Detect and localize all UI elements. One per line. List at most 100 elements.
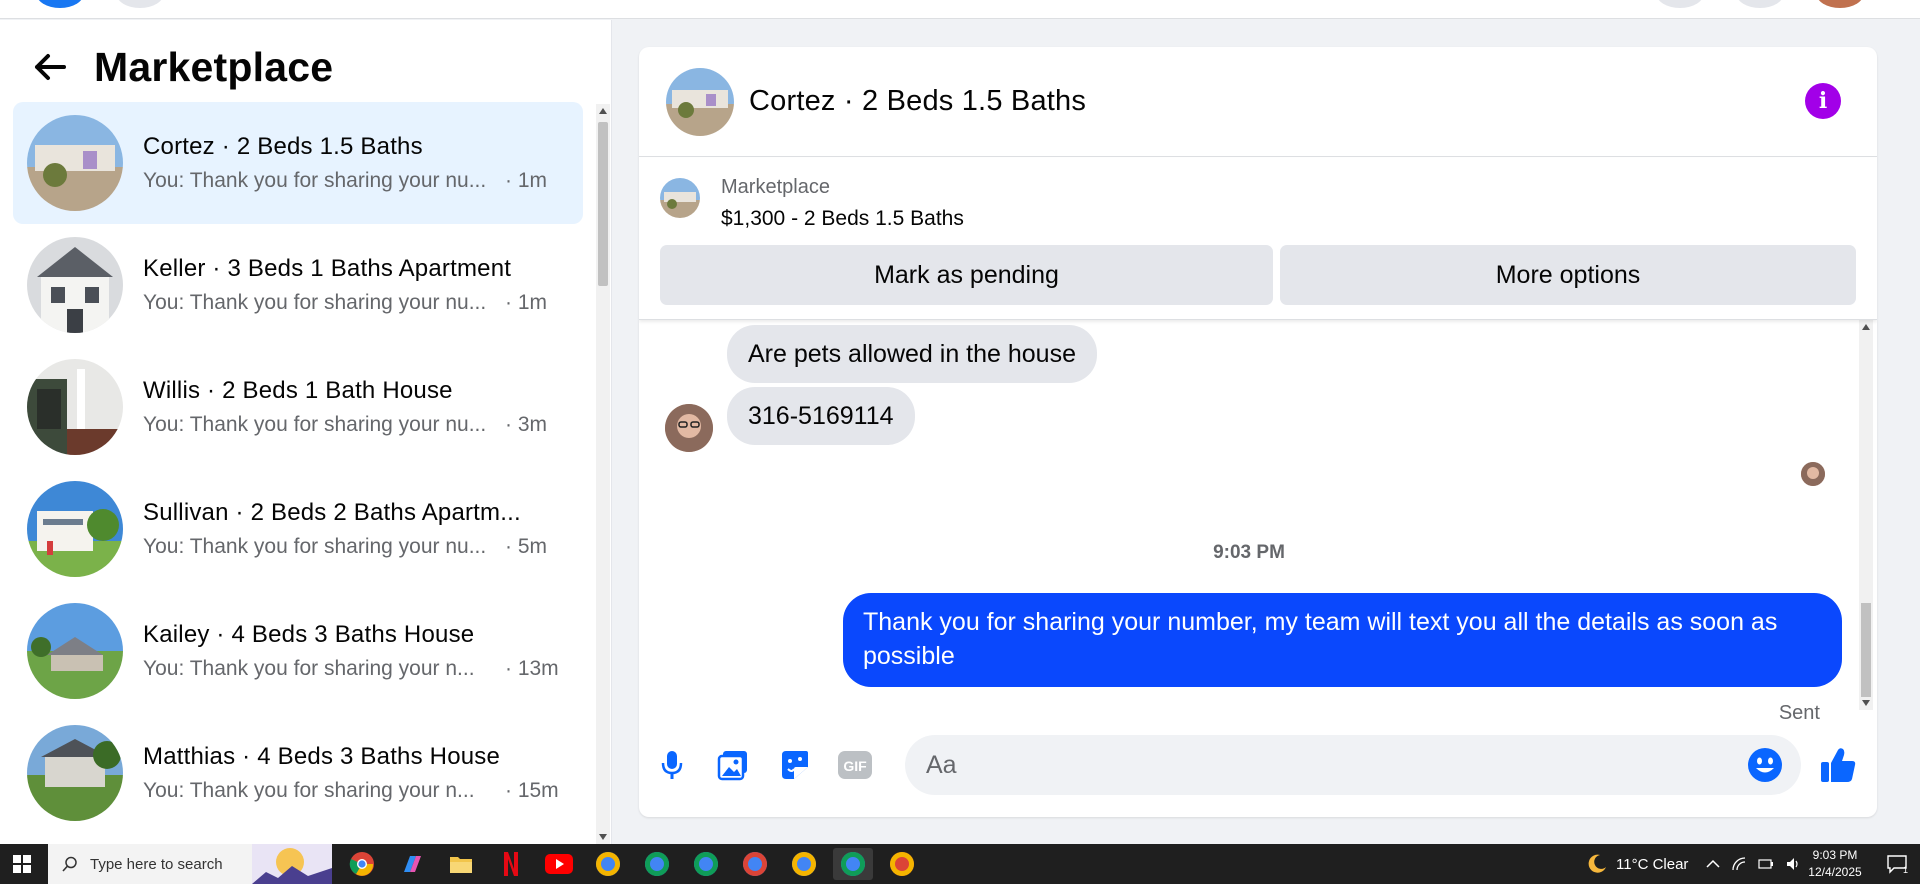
chrome-profile-icon[interactable]: [588, 848, 628, 880]
taskbar-clock[interactable]: 9:03 PM 12/4/2025: [1800, 847, 1870, 881]
conversation-name: Cortez · 2 Beds 1.5 Baths: [143, 133, 423, 160]
scrollbar-thumb[interactable]: [1861, 603, 1871, 697]
sidebar-scrollbar[interactable]: [596, 104, 610, 844]
conversation-item[interactable]: Sullivan · 2 Beds 2 Baths Apartm... You:…: [13, 468, 583, 590]
conversation-item[interactable]: Willis · 2 Beds 1 Bath House You: Thank …: [13, 346, 583, 468]
notification-count: 1: [1903, 865, 1908, 874]
message-status: Sent: [1778, 702, 1820, 724]
conversation-preview: You: Thank you for sharing your nu...: [143, 535, 487, 558]
message-input[interactable]: Aa: [905, 735, 1801, 795]
search-highlight-icon: [252, 844, 332, 884]
listing-thumbnail: [27, 115, 123, 211]
listing-source: Marketplace: [721, 176, 830, 198]
clock-date: 12/4/2025: [1808, 865, 1862, 879]
weather-widget[interactable]: 11°C Clear: [1586, 844, 1688, 884]
conversation-name: Kailey · 4 Beds 3 Baths House: [143, 621, 475, 648]
notification-icon[interactable]: 1: [1874, 844, 1920, 884]
conversation-time: · 15m: [505, 779, 559, 802]
chrome-profile-icon[interactable]: [686, 848, 726, 880]
message-input-placeholder: Aa: [926, 750, 957, 779]
conversation-time: · 1m: [505, 169, 547, 192]
conversation-time: · 1m: [505, 291, 547, 314]
conversation-name: Matthias · 4 Beds 3 Baths House: [143, 743, 501, 770]
emoji-icon[interactable]: [1747, 747, 1783, 783]
taskbar-search[interactable]: Type here to search: [48, 844, 332, 884]
scrollbar-thumb[interactable]: [598, 122, 608, 286]
photo-icon[interactable]: [712, 744, 754, 786]
scroll-down-arrow-icon[interactable]: [599, 834, 607, 840]
conversation-preview: You: Thank you for sharing your nu...: [143, 291, 487, 314]
chrome-profile-icon[interactable]: [735, 848, 775, 880]
listing-thumbnail: [27, 481, 123, 577]
windows-taskbar: Type here to search 11°C Clear 9:03 PM 1…: [0, 844, 1920, 884]
chevron-up-icon[interactable]: [1706, 859, 1720, 869]
chrome-profile-icon[interactable]: [784, 848, 824, 880]
more-options-button[interactable]: More options: [1280, 245, 1856, 305]
conversation-time: · 5m: [505, 535, 547, 558]
chat-title[interactable]: Cortez · 2 Beds 1.5 Baths: [749, 85, 1086, 118]
conversation-item[interactable]: Keller · 3 Beds 1 Baths Apartment You: T…: [13, 224, 583, 346]
seen-indicator-avatar: [1801, 462, 1825, 486]
incoming-message[interactable]: 316-5169114: [727, 387, 915, 445]
top-navigation-bar: [0, 0, 1920, 19]
moon-icon: [1588, 854, 1606, 873]
scroll-up-arrow-icon[interactable]: [599, 108, 607, 114]
listing-thumbnail: [27, 237, 123, 333]
sticker-icon[interactable]: [773, 744, 815, 786]
chat-panel: Cortez · 2 Beds 1.5 Baths i Marketplace …: [639, 47, 1877, 817]
conversation-item[interactable]: Matthias · 4 Beds 3 Baths House You: Tha…: [13, 712, 583, 834]
listing-price[interactable]: $1,300 - 2 Beds 1.5 Baths: [721, 207, 964, 231]
system-tray: [1706, 844, 1802, 884]
outgoing-message[interactable]: Thank you for sharing your number, my te…: [843, 593, 1842, 687]
profile-avatar[interactable]: [1816, 0, 1864, 8]
conversation-time: · 13m: [505, 657, 559, 680]
conversation-item[interactable]: Kailey · 4 Beds 3 Baths House You: Thank…: [13, 590, 583, 712]
conversation-list: Cortez · 2 Beds 1.5 Baths You: Thank you…: [13, 102, 583, 842]
chrome-profile-icon[interactable]: [637, 848, 677, 880]
netflix-icon[interactable]: [491, 848, 531, 880]
sender-avatar[interactable]: [665, 404, 713, 452]
scroll-down-arrow-icon[interactable]: [1862, 700, 1870, 706]
listing-thumbnail[interactable]: [660, 178, 700, 218]
weather-text: 11°C Clear: [1616, 855, 1689, 873]
message-timestamp: 9:03 PM: [1213, 542, 1285, 563]
facebook-logo-icon[interactable]: [36, 0, 84, 8]
copilot-icon[interactable]: [392, 848, 432, 880]
conversation-preview: You: Thank you for sharing your n...: [143, 657, 475, 680]
mark-as-pending-button[interactable]: Mark as pending: [660, 245, 1273, 305]
nav-button[interactable]: [116, 0, 164, 8]
conversation-item[interactable]: Cortez · 2 Beds 1.5 Baths You: Thank you…: [13, 102, 583, 224]
file-explorer-icon[interactable]: [441, 848, 481, 880]
listing-thumbnail: [27, 603, 123, 699]
scroll-up-arrow-icon[interactable]: [1862, 324, 1870, 330]
menu-button[interactable]: [1656, 0, 1704, 8]
gif-label: GIF: [843, 758, 867, 774]
youtube-icon[interactable]: [539, 848, 579, 880]
sidebar-title: Marketplace: [94, 43, 334, 90]
conversation-preview: You: Thank you for sharing your nu...: [143, 413, 487, 436]
chat-avatar[interactable]: [666, 67, 734, 136]
sidebar-header: Marketplace: [30, 42, 333, 92]
info-icon[interactable]: i: [1805, 83, 1841, 119]
messenger-button[interactable]: [1736, 0, 1784, 8]
chat-scrollbar[interactable]: [1859, 320, 1873, 710]
incoming-message[interactable]: Are pets allowed in the house: [727, 325, 1097, 383]
chrome-icon[interactable]: [882, 848, 922, 880]
conversation-preview: You: Thank you for sharing your nu...: [143, 169, 487, 192]
windows-start-icon[interactable]: [0, 844, 44, 884]
conversation-name: Sullivan · 2 Beds 2 Baths Apartm...: [143, 499, 521, 526]
listing-thumbnail: [27, 359, 123, 455]
chrome-profile-icon-active[interactable]: [833, 848, 873, 880]
conversation-preview: You: Thank you for sharing your n...: [143, 779, 475, 802]
clock-time: 9:03 PM: [1812, 848, 1858, 862]
microphone-icon[interactable]: [651, 744, 693, 786]
search-icon: [62, 856, 77, 872]
chrome-icon[interactable]: [342, 848, 382, 880]
conversation-name: Willis · 2 Beds 1 Bath House: [143, 377, 453, 404]
thumbs-up-icon[interactable]: [1817, 744, 1859, 786]
back-arrow-icon[interactable]: [30, 47, 70, 87]
wifi-icon[interactable]: [1732, 857, 1746, 871]
chat-header: Cortez · 2 Beds 1.5 Baths i: [639, 47, 1877, 157]
battery-icon[interactable]: [1758, 858, 1774, 870]
gif-icon[interactable]: GIF: [834, 744, 876, 786]
